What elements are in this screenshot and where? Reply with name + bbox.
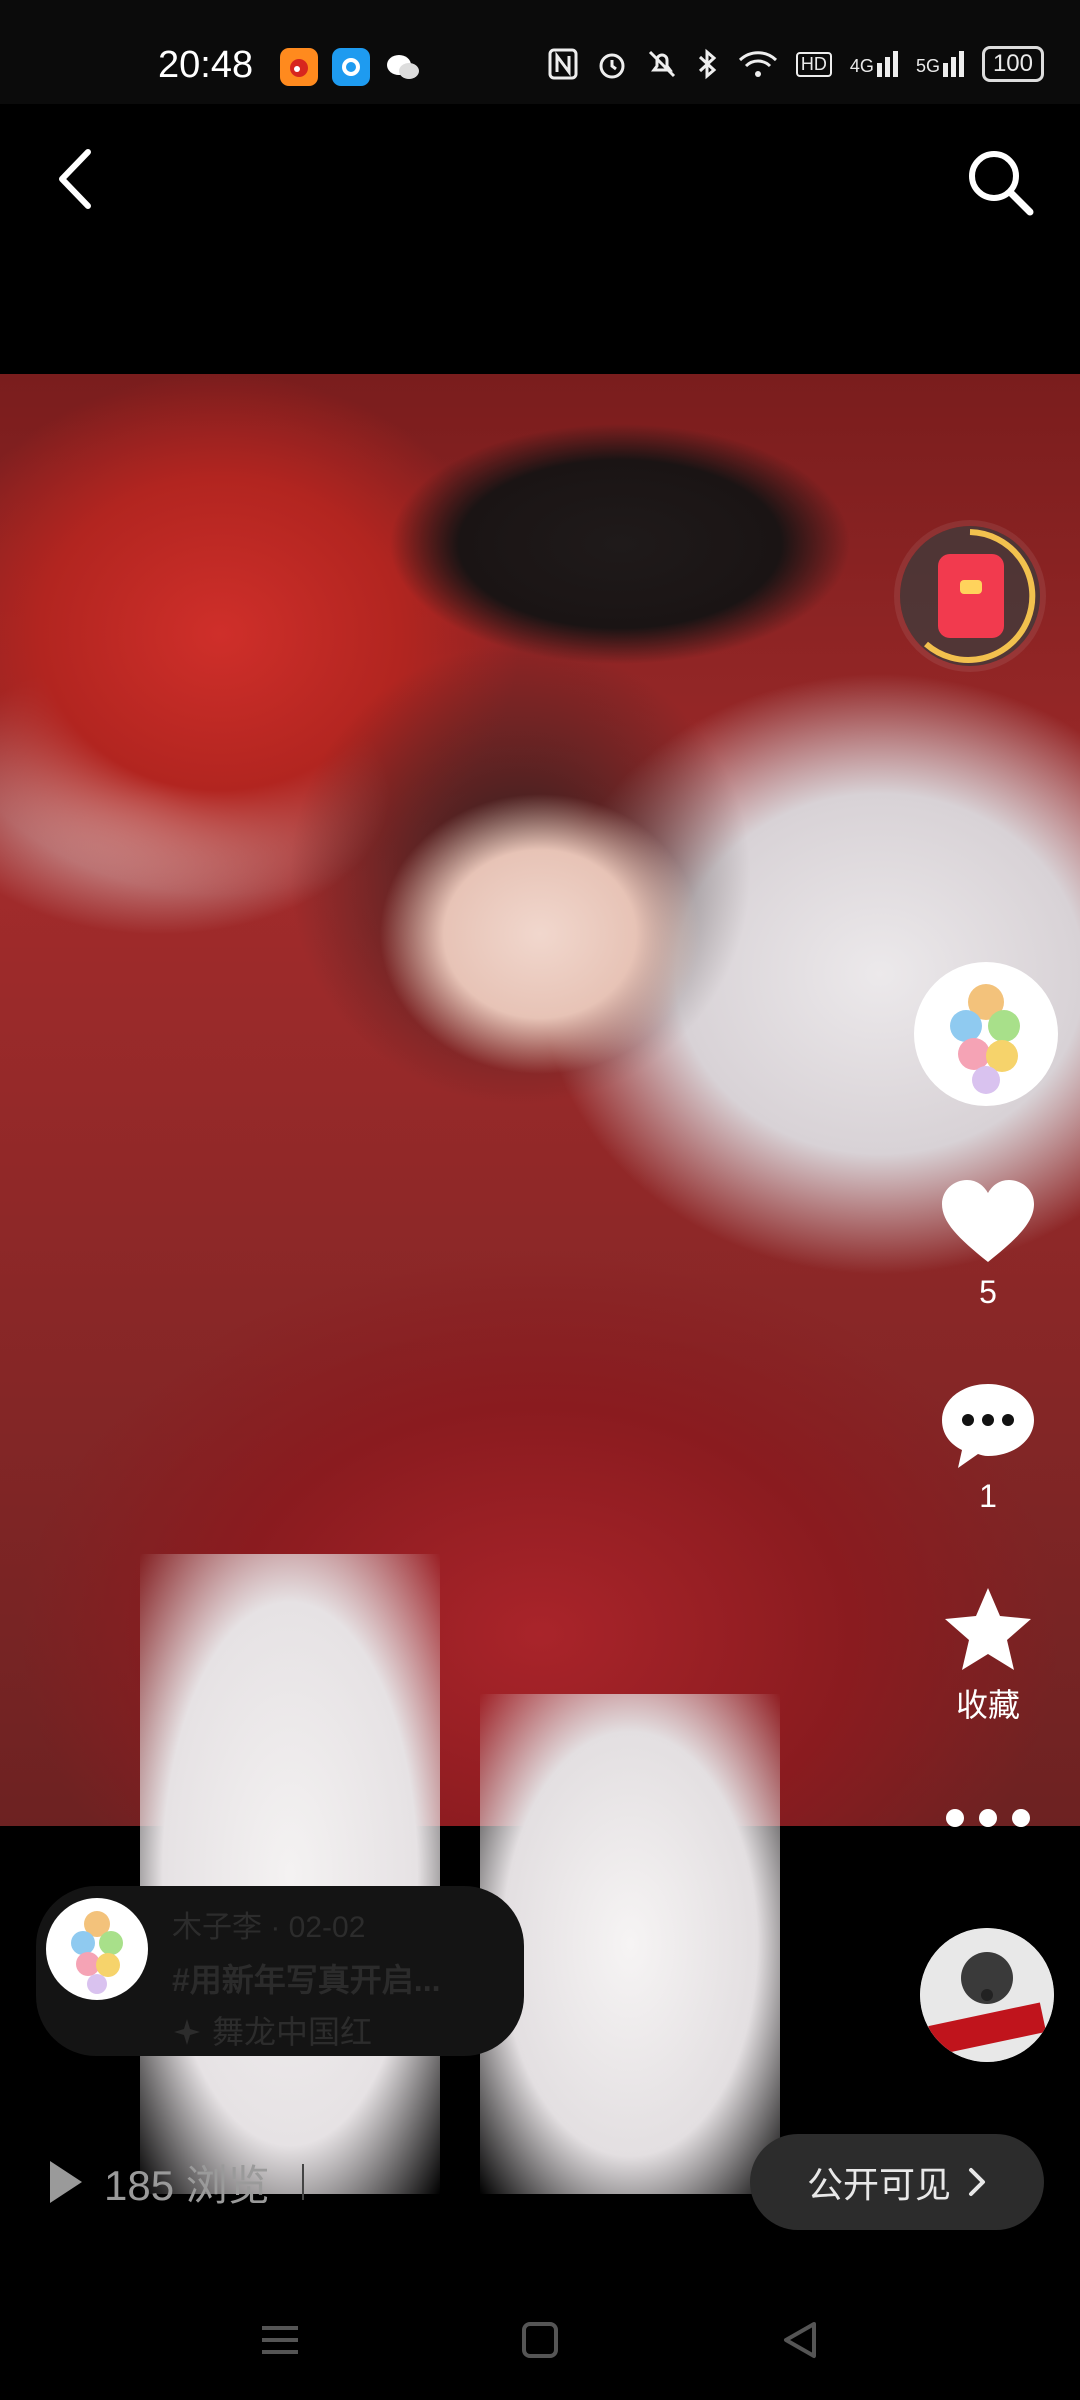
star-icon[interactable] <box>941 1584 1035 1674</box>
divider <box>301 2164 304 2200</box>
comment-count: 1 <box>979 1478 997 1514</box>
post-info-card[interactable]: 木子李 · 02-02 #用新年写真开启... 舞龙中国红 <box>36 1886 524 2056</box>
weibo-icon <box>280 48 318 86</box>
signal-5g-label: 5G <box>915 56 940 76</box>
visibility-label: 公开可见 <box>806 2164 951 2205</box>
author-date: 木子李 · 02-02 <box>172 1911 366 1944</box>
back-triangle-icon[interactable] <box>770 2310 830 2370</box>
system-nav-bar <box>0 2280 1080 2400</box>
qq-icon <box>332 48 370 86</box>
post-info-text: 木子李 · 02-02 #用新年写真开启... 舞龙中国红 <box>172 1902 440 2058</box>
nfc-icon <box>548 48 578 80</box>
search-icon[interactable] <box>962 144 1040 222</box>
collect-label: 收藏 <box>955 1687 1020 1723</box>
music-disc[interactable] <box>920 1928 1054 2062</box>
more-dots-icon[interactable] <box>943 1806 1033 1830</box>
bluetooth-icon <box>698 48 717 80</box>
music-row[interactable]: 舞龙中国红 <box>172 2006 440 2058</box>
signal-4g-icon: 4G <box>850 51 898 77</box>
like-count: 5 <box>979 1274 997 1310</box>
battery-level: 100 <box>992 50 1033 77</box>
visibility-button[interactable]: 公开可见 <box>750 2134 1044 2230</box>
signal-5g-icon: 5G <box>916 51 964 77</box>
wifi-icon <box>738 51 777 77</box>
view-count[interactable]: 185 浏览 <box>46 2150 304 2214</box>
author-avatar[interactable] <box>914 962 1058 1106</box>
hd-icon: HD <box>795 51 832 77</box>
photo-fur-detail <box>140 1554 440 2194</box>
photo-fur-detail <box>480 1694 780 2194</box>
collect-action[interactable]: 收藏 <box>928 1584 1048 1726</box>
heart-icon[interactable] <box>938 1178 1038 1268</box>
wechat-icon <box>384 48 422 86</box>
red-packet-button[interactable] <box>900 526 1040 666</box>
comment-action[interactable]: 1 <box>928 1380 1048 1515</box>
post-hashtag[interactable]: #用新年写真开启... <box>172 1954 440 2006</box>
info-avatar[interactable] <box>46 1898 148 2000</box>
alarm-icon <box>599 53 625 79</box>
notification-icons <box>280 48 422 86</box>
play-icon <box>50 2161 82 2203</box>
like-action[interactable]: 5 <box>928 1178 1048 1311</box>
chevron-left-icon[interactable] <box>48 144 108 214</box>
sparkle-icon <box>174 2019 200 2045</box>
chevron-right-icon <box>969 2168 985 2196</box>
music-name: 舞龙中国红 <box>212 2014 373 2050</box>
mute-icon <box>648 50 675 78</box>
system-status-icons: HD 4G 5G 100 <box>548 46 1044 82</box>
comment-bubble-icon[interactable] <box>938 1380 1038 1472</box>
more-button[interactable] <box>928 1806 1048 1830</box>
status-time: 20:48 <box>158 44 254 86</box>
menu-icon[interactable] <box>250 2310 310 2370</box>
home-square-icon[interactable] <box>510 2310 570 2370</box>
battery-icon: 100 <box>981 46 1044 82</box>
views-label: 185 浏览 <box>104 2161 270 2209</box>
status-bar: 20:48 HD 4G 5G 100 <box>0 0 1080 104</box>
signal-4g-label: 4G <box>849 56 874 76</box>
red-packet-icon <box>938 554 1004 638</box>
top-bar <box>0 104 1080 254</box>
